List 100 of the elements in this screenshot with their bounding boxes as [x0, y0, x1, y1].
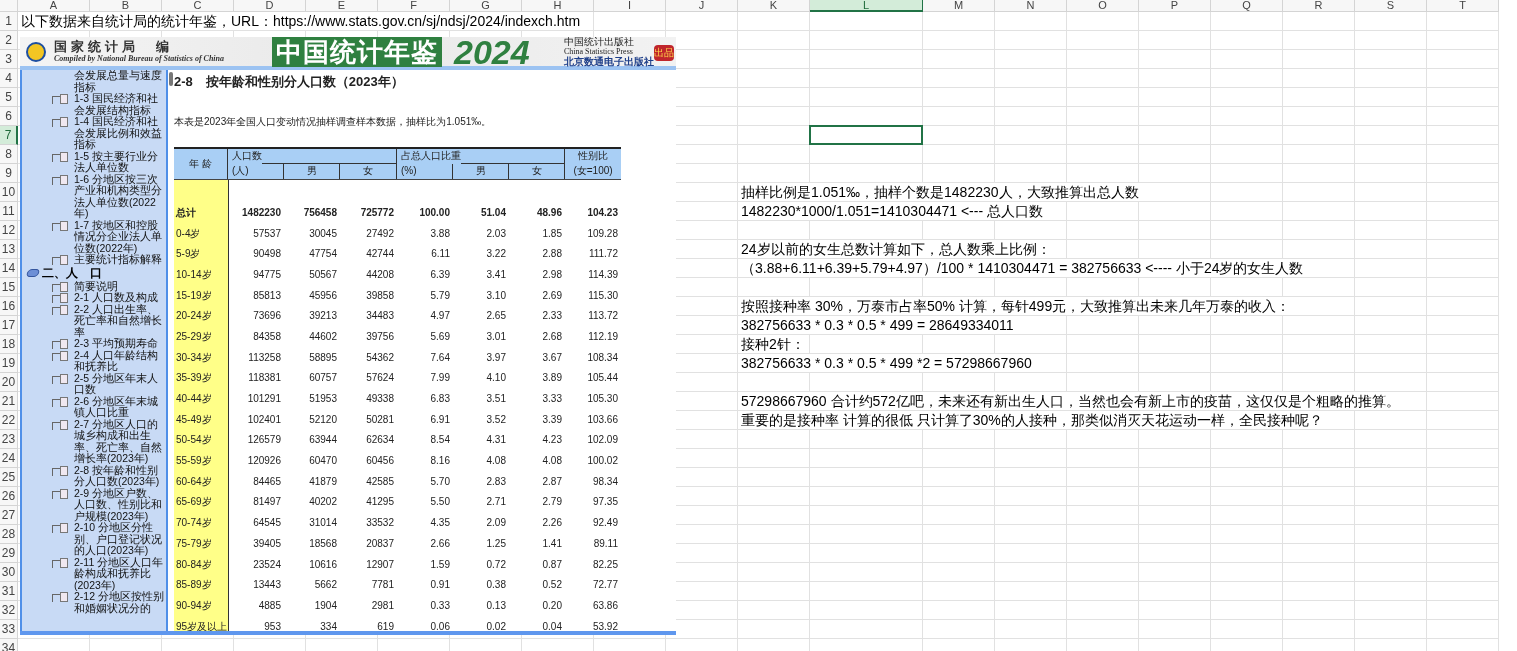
row-header[interactable]: 16: [0, 297, 18, 316]
column-header[interactable]: M: [923, 0, 995, 12]
column-header[interactable]: L: [810, 0, 923, 12]
row-header[interactable]: 15: [0, 278, 18, 297]
table-cell-text: 53.92: [591, 619, 619, 631]
row-header[interactable]: 27: [0, 506, 18, 525]
row-header[interactable]: 20: [0, 373, 18, 392]
table-cell-text: 35-39岁: [175, 371, 213, 386]
open-book-icon[interactable]: [25, 269, 41, 277]
row-header[interactable]: 24: [0, 449, 18, 468]
page-icon: [60, 465, 68, 476]
column-header[interactable]: P: [1139, 0, 1211, 12]
row-header[interactable]: 4: [0, 69, 18, 88]
tree-item[interactable]: 2-12 分地区按性别和婚姻状况分的: [74, 591, 166, 614]
tree-item[interactable]: 1-7 按地区和控股情况分企业法人单位数(2022年): [74, 219, 166, 254]
column-header[interactable]: I: [594, 0, 666, 12]
row-header[interactable]: 22: [0, 411, 18, 430]
table-cell-text: 84465: [252, 474, 282, 489]
row-header[interactable]: 6: [0, 107, 18, 126]
column-header[interactable]: C: [162, 0, 234, 12]
table-cell-text: 92.49: [591, 516, 619, 531]
row-header[interactable]: 3: [0, 50, 18, 69]
row-header[interactable]: 26: [0, 487, 18, 506]
table-cell-text: 90-94岁: [175, 598, 213, 613]
table-cell-text: 1.25: [485, 536, 507, 551]
row-header[interactable]: 31: [0, 582, 18, 601]
table-cell-text: 51.04: [479, 205, 507, 220]
column-header[interactable]: R: [1283, 0, 1355, 12]
row-header[interactable]: 19: [0, 354, 18, 373]
scrollbar-thumb[interactable]: [168, 72, 173, 86]
tree-item[interactable]: 2-3 平均预期寿命: [74, 338, 166, 350]
row-header[interactable]: 18: [0, 335, 18, 354]
table-cell-text: 70-74岁: [175, 516, 213, 531]
tree-item[interactable]: 1-3 国民经济和社会发展结构指标: [74, 93, 166, 116]
tree-item[interactable]: 2-1 人口数及构成: [74, 292, 166, 304]
tree-item[interactable]: 简要说明: [74, 280, 166, 292]
column-heading: (人): [228, 164, 284, 179]
column-header[interactable]: S: [1355, 0, 1427, 12]
tree-section[interactable]: 二、人 口: [42, 265, 102, 281]
table-cell-text: 4.35: [429, 516, 451, 531]
tree-item[interactable]: 1-5 按主要行业分法人单位数: [74, 150, 166, 174]
row-header[interactable]: 33: [0, 620, 18, 639]
row-header[interactable]: 2: [0, 31, 18, 50]
column-header[interactable]: O: [1067, 0, 1139, 12]
table-cell-text: 0.06: [429, 619, 451, 631]
row-header[interactable]: 29: [0, 544, 18, 563]
column-header[interactable]: B: [90, 0, 162, 12]
tree-item[interactable]: 2-4 人口年龄结构和抚养比: [74, 349, 166, 373]
row-header[interactable]: 8: [0, 145, 18, 164]
tree-item[interactable]: 2-7 分地区人口的城乡构成和出生率、死亡率、自然增长率(2023年): [74, 418, 166, 465]
row-header[interactable]: 10: [0, 183, 18, 202]
row-header[interactable]: 17: [0, 316, 18, 335]
row-header[interactable]: 25: [0, 468, 18, 487]
row-header[interactable]: 32: [0, 601, 18, 620]
column-header[interactable]: G: [450, 0, 522, 12]
row-header[interactable]: 14: [0, 259, 18, 278]
tree-item[interactable]: 2-10 分地区分性别、户口登记状况的人口(2023年): [74, 522, 166, 557]
table-cell-text: 3.01: [485, 329, 507, 344]
table-cell-text: 20-24岁: [175, 309, 213, 324]
column-header[interactable]: H: [522, 0, 594, 12]
cell-cursor[interactable]: [809, 125, 923, 145]
row-header[interactable]: 1: [0, 12, 18, 31]
tree-item[interactable]: 2-11 分地区人口年龄构成和抚养比(2023年): [74, 556, 166, 591]
tree-item[interactable]: 2-6 分地区年末城镇人口比重: [74, 395, 166, 419]
row-header[interactable]: 13: [0, 240, 18, 259]
badge: 出品: [654, 45, 674, 61]
page-icon: [60, 220, 68, 231]
row-header[interactable]: 23: [0, 430, 18, 449]
tree-item[interactable]: 2-9 分地区户数、人口数、性别比和户规模(2023年): [74, 487, 166, 522]
row-header[interactable]: 11: [0, 202, 18, 221]
row-header[interactable]: 9: [0, 164, 18, 183]
row-header[interactable]: 12: [0, 221, 18, 240]
table-cell-text: 0.91: [429, 578, 451, 593]
tree-item[interactable]: 主要统计指标解释: [74, 254, 166, 266]
page-icon: [60, 117, 68, 127]
tree-item[interactable]: 2-5 分地区年末人口数: [74, 372, 166, 396]
column-header[interactable]: A: [18, 0, 90, 12]
column-header[interactable]: F: [378, 0, 450, 12]
tree-item[interactable]: 会发展总量与速度指标: [74, 70, 166, 93]
row-header[interactable]: 28: [0, 525, 18, 544]
column-header[interactable]: K: [738, 0, 810, 12]
column-header[interactable]: Q: [1211, 0, 1283, 12]
tree-item[interactable]: 2-2 人口出生率、死亡率和自然增长率: [74, 303, 166, 338]
table-cell-text: 0.02: [485, 619, 507, 631]
table-cell-text: 34483: [365, 309, 395, 324]
table-cell-text: 2.87: [541, 474, 563, 489]
column-heading: 性别比: [577, 149, 609, 163]
row-header[interactable]: 21: [0, 392, 18, 411]
tree-item[interactable]: 1-6 分地区按三次产业和机构类型分法人单位数(2022年): [74, 173, 166, 220]
column-header[interactable]: N: [995, 0, 1067, 12]
row-header[interactable]: 30: [0, 563, 18, 582]
column-header[interactable]: J: [666, 0, 738, 12]
column-header[interactable]: E: [306, 0, 378, 12]
column-header[interactable]: T: [1427, 0, 1499, 12]
table-cell-text: 3.41: [485, 267, 507, 282]
row-header[interactable]: 7: [0, 126, 18, 145]
tree-item[interactable]: 2-8 按年龄和性别分人口数(2023年): [74, 464, 166, 488]
column-header[interactable]: D: [234, 0, 306, 12]
row-header[interactable]: 5: [0, 88, 18, 107]
tree-item[interactable]: 1-4 国民经济和社会发展比例和效益指标: [74, 116, 166, 151]
